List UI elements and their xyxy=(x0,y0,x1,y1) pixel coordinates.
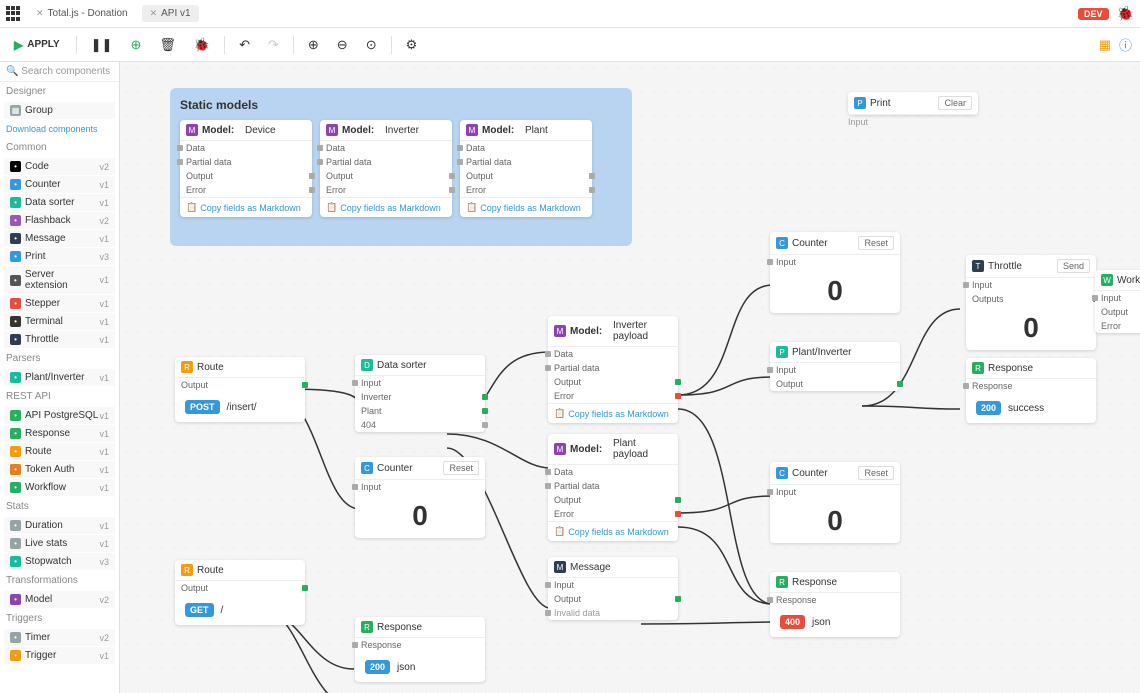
port-error: Error xyxy=(180,183,312,197)
node-plant-inverter[interactable]: PPlant/Inverter Input Output xyxy=(770,342,900,391)
download-link[interactable]: Download components xyxy=(0,120,119,138)
node-response-error[interactable]: RResponse Response 400json xyxy=(770,572,900,637)
sidebar-item[interactable]: •Responsev1 xyxy=(4,425,115,442)
node-route-post[interactable]: RRoute Output POST/insert/ xyxy=(175,357,305,422)
node-counter-1[interactable]: CCounterReset Input 0 xyxy=(770,232,900,313)
apps-icon[interactable] xyxy=(6,6,22,22)
sidebar-item[interactable]: •Counterv1 xyxy=(4,176,115,193)
sidebar-item[interactable]: •Throttlev1 xyxy=(4,331,115,348)
note-icon[interactable]: ▦ xyxy=(1099,37,1111,53)
group-title: Static models xyxy=(180,98,622,112)
copy-markdown[interactable]: Copy fields as Markdown xyxy=(180,197,312,217)
undo-icon[interactable]: ↶ xyxy=(235,35,254,55)
section-designer: Designer xyxy=(0,82,119,101)
sidebar-item[interactable]: •Durationv1 xyxy=(4,517,115,534)
port-input: Input xyxy=(848,117,868,127)
sidebar-item[interactable]: •Data sorterv1 xyxy=(4,194,115,211)
node-counter-3[interactable]: CCounterReset Input 0 xyxy=(770,462,900,543)
copy-markdown[interactable]: Copy fields as Markdown xyxy=(548,521,678,541)
section-stats: Stats xyxy=(0,497,119,516)
section-parsers: Parsers xyxy=(0,349,119,368)
sidebar-item[interactable]: •Token Authv1 xyxy=(4,461,115,478)
node-message[interactable]: MMessage Input Output Invalid data xyxy=(548,557,678,620)
sidebar-item[interactable]: •Timerv2 xyxy=(4,629,115,646)
sidebar-item[interactable]: •Stepperv1 xyxy=(4,295,115,312)
node-throttle[interactable]: TThrottleSend Input Outputs 0 xyxy=(966,255,1096,350)
dev-badge: DEV xyxy=(1078,8,1109,20)
info-icon[interactable]: ⓘ xyxy=(1119,35,1132,54)
sidebar-item[interactable]: •Flashbackv2 xyxy=(4,212,115,229)
section-common: Common xyxy=(0,138,119,157)
copy-markdown[interactable]: Copy fields as Markdown xyxy=(460,197,592,217)
node-model-inverter[interactable]: MModel: Inverter Data Partial data Outpu… xyxy=(320,120,452,217)
port-partial: Partial data xyxy=(180,155,312,169)
sidebar-item[interactable]: •Modelv2 xyxy=(4,591,115,608)
zoom-fit-icon[interactable]: ⊙ xyxy=(362,35,381,55)
close-icon[interactable]: ✕ xyxy=(150,8,158,19)
sidebar-item[interactable]: •Triggerv1 xyxy=(4,647,115,664)
node-plant-payload[interactable]: MModel: Plant payload Data Partial data … xyxy=(548,434,678,541)
reset-button[interactable]: Reset xyxy=(858,236,894,250)
group-static-models[interactable]: Static models MModel: Device Data Partia… xyxy=(170,88,632,246)
node-response-json[interactable]: RResponse Response 200json xyxy=(355,617,485,682)
tab-1[interactable]: ✕Total.js - Donation xyxy=(28,5,136,22)
settings-icon[interactable]: ⚙ xyxy=(402,35,422,55)
redo-icon[interactable]: ↷ xyxy=(264,35,283,55)
section-rest: REST API xyxy=(0,387,119,406)
play-icon: ▶ xyxy=(14,38,23,52)
section-triggers: Triggers xyxy=(0,609,119,628)
copy-markdown[interactable]: Copy fields as Markdown xyxy=(548,403,678,423)
bug-icon[interactable]: 🐞 xyxy=(1117,5,1134,22)
pause-icon[interactable]: ❚❚ xyxy=(87,35,117,55)
sidebar-item[interactable]: •Codev2 xyxy=(4,158,115,175)
node-response-success[interactable]: RResponse Response 200success xyxy=(966,358,1096,423)
sidebar-item[interactable]: •Server extensionv1 xyxy=(4,266,115,294)
zoom-in-icon[interactable]: ⊕ xyxy=(304,35,323,55)
bug-icon[interactable]: 🐞 xyxy=(190,35,214,55)
tab-2[interactable]: ✕API v1 xyxy=(142,5,199,22)
sidebar-item[interactable]: •Terminalv1 xyxy=(4,313,115,330)
clear-button[interactable]: Clear xyxy=(938,96,972,110)
search-input[interactable]: 🔍 Search components xyxy=(0,62,119,82)
node-model-plant[interactable]: MModel: Plant Data Partial data Output E… xyxy=(460,120,592,217)
sidebar-item[interactable]: •Routev1 xyxy=(4,443,115,460)
reset-button[interactable]: Reset xyxy=(858,466,894,480)
toolbar: ▶APPLY ❚❚ ⊕ 🗑 🐞 ↶ ↷ ⊕ ⊖ ⊙ ⚙ ▦ ⓘ xyxy=(0,28,1140,62)
sidebar-item[interactable]: •Plant/Inverterv1 xyxy=(4,369,115,386)
apply-button[interactable]: ▶APPLY xyxy=(8,34,66,56)
tabs: ✕Total.js - Donation ✕API v1 xyxy=(6,5,199,22)
sidebar-item[interactable]: •Stopwatchv3 xyxy=(4,553,115,570)
sidebar-item-group[interactable]: ▦Group xyxy=(4,102,115,119)
canvas[interactable]: Static models MModel: Device Data Partia… xyxy=(120,62,1140,693)
port-output: Output xyxy=(180,169,312,183)
trash-icon[interactable]: 🗑 xyxy=(155,35,180,55)
add-icon[interactable]: ⊕ xyxy=(126,35,145,55)
node-workflow[interactable]: WWorkfl Input Output Error xyxy=(1095,270,1140,333)
node-print[interactable]: PPrintClear xyxy=(848,92,978,115)
copy-markdown[interactable]: Copy fields as Markdown xyxy=(320,197,452,217)
node-data-sorter[interactable]: DData sorter Input Inverter Plant 404 xyxy=(355,355,485,432)
node-counter-2[interactable]: CCounterReset Input 0 xyxy=(355,457,485,538)
sidebar-item[interactable]: •Messagev1 xyxy=(4,230,115,247)
node-route-get[interactable]: RRoute Output GET/ xyxy=(175,560,305,625)
node-inverter-payload[interactable]: MModel: Inverter payload Data Partial da… xyxy=(548,316,678,423)
topbar: ✕Total.js - Donation ✕API v1 DEV 🐞 xyxy=(0,0,1140,28)
node-model-device[interactable]: MModel: Device Data Partial data Output … xyxy=(180,120,312,217)
sidebar: 🔍 Search components Designer ▦Group Down… xyxy=(0,62,120,693)
close-icon[interactable]: ✕ xyxy=(36,8,44,19)
section-trans: Transformations xyxy=(0,571,119,590)
zoom-out-icon[interactable]: ⊖ xyxy=(333,35,352,55)
sidebar-item[interactable]: •API PostgreSQLv1 xyxy=(4,407,115,424)
sidebar-item[interactable]: •Live statsv1 xyxy=(4,535,115,552)
reset-button[interactable]: Reset xyxy=(443,461,479,475)
sidebar-item[interactable]: •Printv3 xyxy=(4,248,115,265)
sidebar-item[interactable]: •Workflowv1 xyxy=(4,479,115,496)
port-data: Data xyxy=(180,141,312,155)
send-button[interactable]: Send xyxy=(1057,259,1090,273)
